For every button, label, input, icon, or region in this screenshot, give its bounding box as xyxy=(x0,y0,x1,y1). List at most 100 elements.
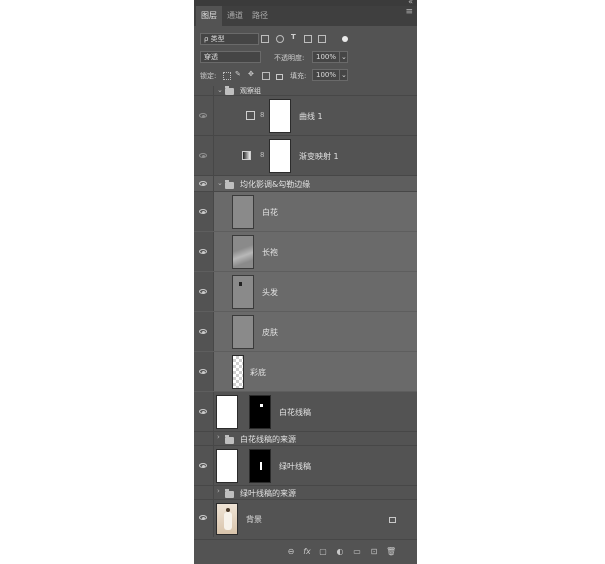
fx-icon[interactable]: fx xyxy=(302,547,312,556)
visibility-toggle[interactable] xyxy=(194,486,214,499)
eye-icon[interactable] xyxy=(199,463,208,469)
layer-background[interactable]: 背景 xyxy=(194,500,417,537)
blend-mode-select[interactable]: 穿透 xyxy=(200,51,261,63)
layer-thumbnail[interactable] xyxy=(232,275,254,309)
visibility-toggle[interactable] xyxy=(194,272,214,311)
visibility-toggle[interactable] xyxy=(194,432,214,445)
tab-paths[interactable]: 路径 xyxy=(247,6,273,26)
link-layers-icon[interactable]: ⊖ xyxy=(286,547,296,556)
mask-thumbnail[interactable] xyxy=(249,395,271,429)
opacity-field[interactable]: 100% xyxy=(312,51,341,63)
layer-white-flower[interactable]: 白花 xyxy=(194,192,417,232)
layer-curves-1[interactable]: 8 曲线 1 xyxy=(194,96,417,136)
layer-name: 绿叶线稿 xyxy=(279,462,311,471)
lock-row: 锁定: ✎ ✥ 填充: 100% ⌄ xyxy=(194,68,417,82)
mask-thumbnail[interactable] xyxy=(269,99,291,133)
link-icon[interactable]: 8 xyxy=(260,111,264,119)
layer-color-base[interactable]: 彩底 xyxy=(194,352,417,392)
eye-icon[interactable] xyxy=(199,153,208,159)
fill-field[interactable]: 100% xyxy=(312,69,341,81)
filter-toggle-icon[interactable] xyxy=(342,36,348,42)
layer-green-leaf-lineart[interactable]: 绿叶线稿 xyxy=(194,446,417,486)
visibility-toggle[interactable] xyxy=(194,500,214,537)
visibility-toggle[interactable] xyxy=(194,192,214,231)
eye-icon[interactable] xyxy=(199,289,208,295)
filter-kind-select[interactable]: ρ 类型 xyxy=(200,33,259,45)
layer-name: 绿叶线稿的来源 xyxy=(240,489,296,498)
delete-icon[interactable]: 🗑 xyxy=(386,547,396,556)
link-icon[interactable]: 8 xyxy=(260,151,264,159)
layer-thumbnail[interactable] xyxy=(232,195,254,229)
layer-robe[interactable]: 长袍 xyxy=(194,232,417,272)
layer-name: 观察组 xyxy=(240,87,261,95)
layers-list: ⌄ 观察组 8 曲线 1 8 渐变映射 1 ⌄ 均化影调&勾勒边缘 白花 长袍 … xyxy=(194,86,417,537)
layer-thumbnail[interactable] xyxy=(216,449,238,483)
layer-group-white-flower-source[interactable]: › 白花线稿的来源 xyxy=(194,432,417,446)
add-mask-icon[interactable]: ▢ xyxy=(318,547,328,556)
visibility-toggle[interactable] xyxy=(194,176,214,191)
visibility-toggle[interactable] xyxy=(194,446,214,485)
panel-menu-icon[interactable]: ≡ xyxy=(405,7,413,17)
tab-layers[interactable]: 图层 xyxy=(196,6,222,26)
eye-icon[interactable] xyxy=(199,409,208,415)
opacity-dropdown-icon[interactable]: ⌄ xyxy=(339,51,348,63)
eye-icon[interactable] xyxy=(199,181,208,187)
visibility-toggle[interactable] xyxy=(194,232,214,271)
shape-filter-icon[interactable] xyxy=(304,35,312,43)
visibility-toggle[interactable] xyxy=(194,96,214,135)
visibility-toggle[interactable] xyxy=(194,86,214,95)
eye-icon[interactable] xyxy=(199,209,208,215)
layers-panel: « 图层 通道 路径 ≡ ρ 类型 T 穿透 不透明度: 100% ⌄ 锁定: … xyxy=(194,0,417,564)
chevron-down-icon[interactable]: ⌄ xyxy=(217,179,223,187)
eye-icon[interactable] xyxy=(199,249,208,255)
chevron-down-icon[interactable]: ⌄ xyxy=(217,86,223,94)
new-layer-icon[interactable]: ⊡ xyxy=(369,547,379,556)
visibility-toggle[interactable] xyxy=(194,312,214,351)
chevron-right-icon[interactable]: › xyxy=(217,433,220,441)
lock-icon xyxy=(389,517,396,523)
layer-thumbnail[interactable] xyxy=(232,235,254,269)
image-filter-icon[interactable] xyxy=(261,35,269,43)
layer-name: 彩底 xyxy=(250,368,266,377)
mask-thumbnail[interactable] xyxy=(249,449,271,483)
layer-thumbnail[interactable] xyxy=(216,395,238,429)
mask-thumbnail[interactable] xyxy=(269,139,291,173)
adjustment-filter-icon[interactable] xyxy=(276,35,284,43)
eye-icon[interactable] xyxy=(199,113,208,119)
visibility-toggle[interactable] xyxy=(194,352,214,391)
chevron-right-icon[interactable]: › xyxy=(217,487,220,495)
layer-group-green-leaf-source[interactable]: › 绿叶线稿的来源 xyxy=(194,486,417,500)
lock-transparent-icon[interactable] xyxy=(223,72,231,80)
layer-group-equalize[interactable]: ⌄ 均化影调&勾勒边缘 xyxy=(194,176,417,192)
lock-artboard-icon[interactable] xyxy=(262,72,270,80)
eye-icon[interactable] xyxy=(199,515,208,521)
new-group-icon[interactable]: ▭ xyxy=(352,547,362,556)
new-adjustment-icon[interactable]: ◐ xyxy=(335,547,345,556)
tab-channels[interactable]: 通道 xyxy=(222,6,248,26)
lock-image-icon[interactable]: ✎ xyxy=(235,70,241,78)
type-filter-icon[interactable]: T xyxy=(291,33,296,41)
fill-label: 填充: xyxy=(290,72,307,80)
layer-thumbnail[interactable] xyxy=(232,315,254,349)
visibility-toggle[interactable] xyxy=(194,392,214,431)
visibility-toggle[interactable] xyxy=(194,136,214,175)
eye-icon[interactable] xyxy=(199,369,208,375)
lock-position-icon[interactable]: ✥ xyxy=(248,70,254,78)
lock-all-icon[interactable] xyxy=(276,74,283,80)
layer-gradient-map-1[interactable]: 8 渐变映射 1 xyxy=(194,136,417,176)
layer-name: 白花线稿的来源 xyxy=(240,435,296,444)
folder-icon xyxy=(225,86,234,95)
layer-thumbnail[interactable] xyxy=(216,503,238,535)
curves-icon xyxy=(246,111,255,120)
layer-group-observe[interactable]: ⌄ 观察组 xyxy=(194,86,417,96)
folder-icon xyxy=(225,180,234,189)
eye-icon[interactable] xyxy=(199,329,208,335)
fill-dropdown-icon[interactable]: ⌄ xyxy=(339,69,348,81)
layer-name: 头发 xyxy=(262,288,278,297)
layer-hair[interactable]: 头发 xyxy=(194,272,417,312)
layer-thumbnail[interactable] xyxy=(232,355,244,389)
layer-skin[interactable]: 皮肤 xyxy=(194,312,417,352)
layer-white-flower-lineart[interactable]: 白花线稿 xyxy=(194,392,417,432)
layer-name: 白花 xyxy=(262,208,278,217)
smart-object-filter-icon[interactable] xyxy=(318,35,326,43)
